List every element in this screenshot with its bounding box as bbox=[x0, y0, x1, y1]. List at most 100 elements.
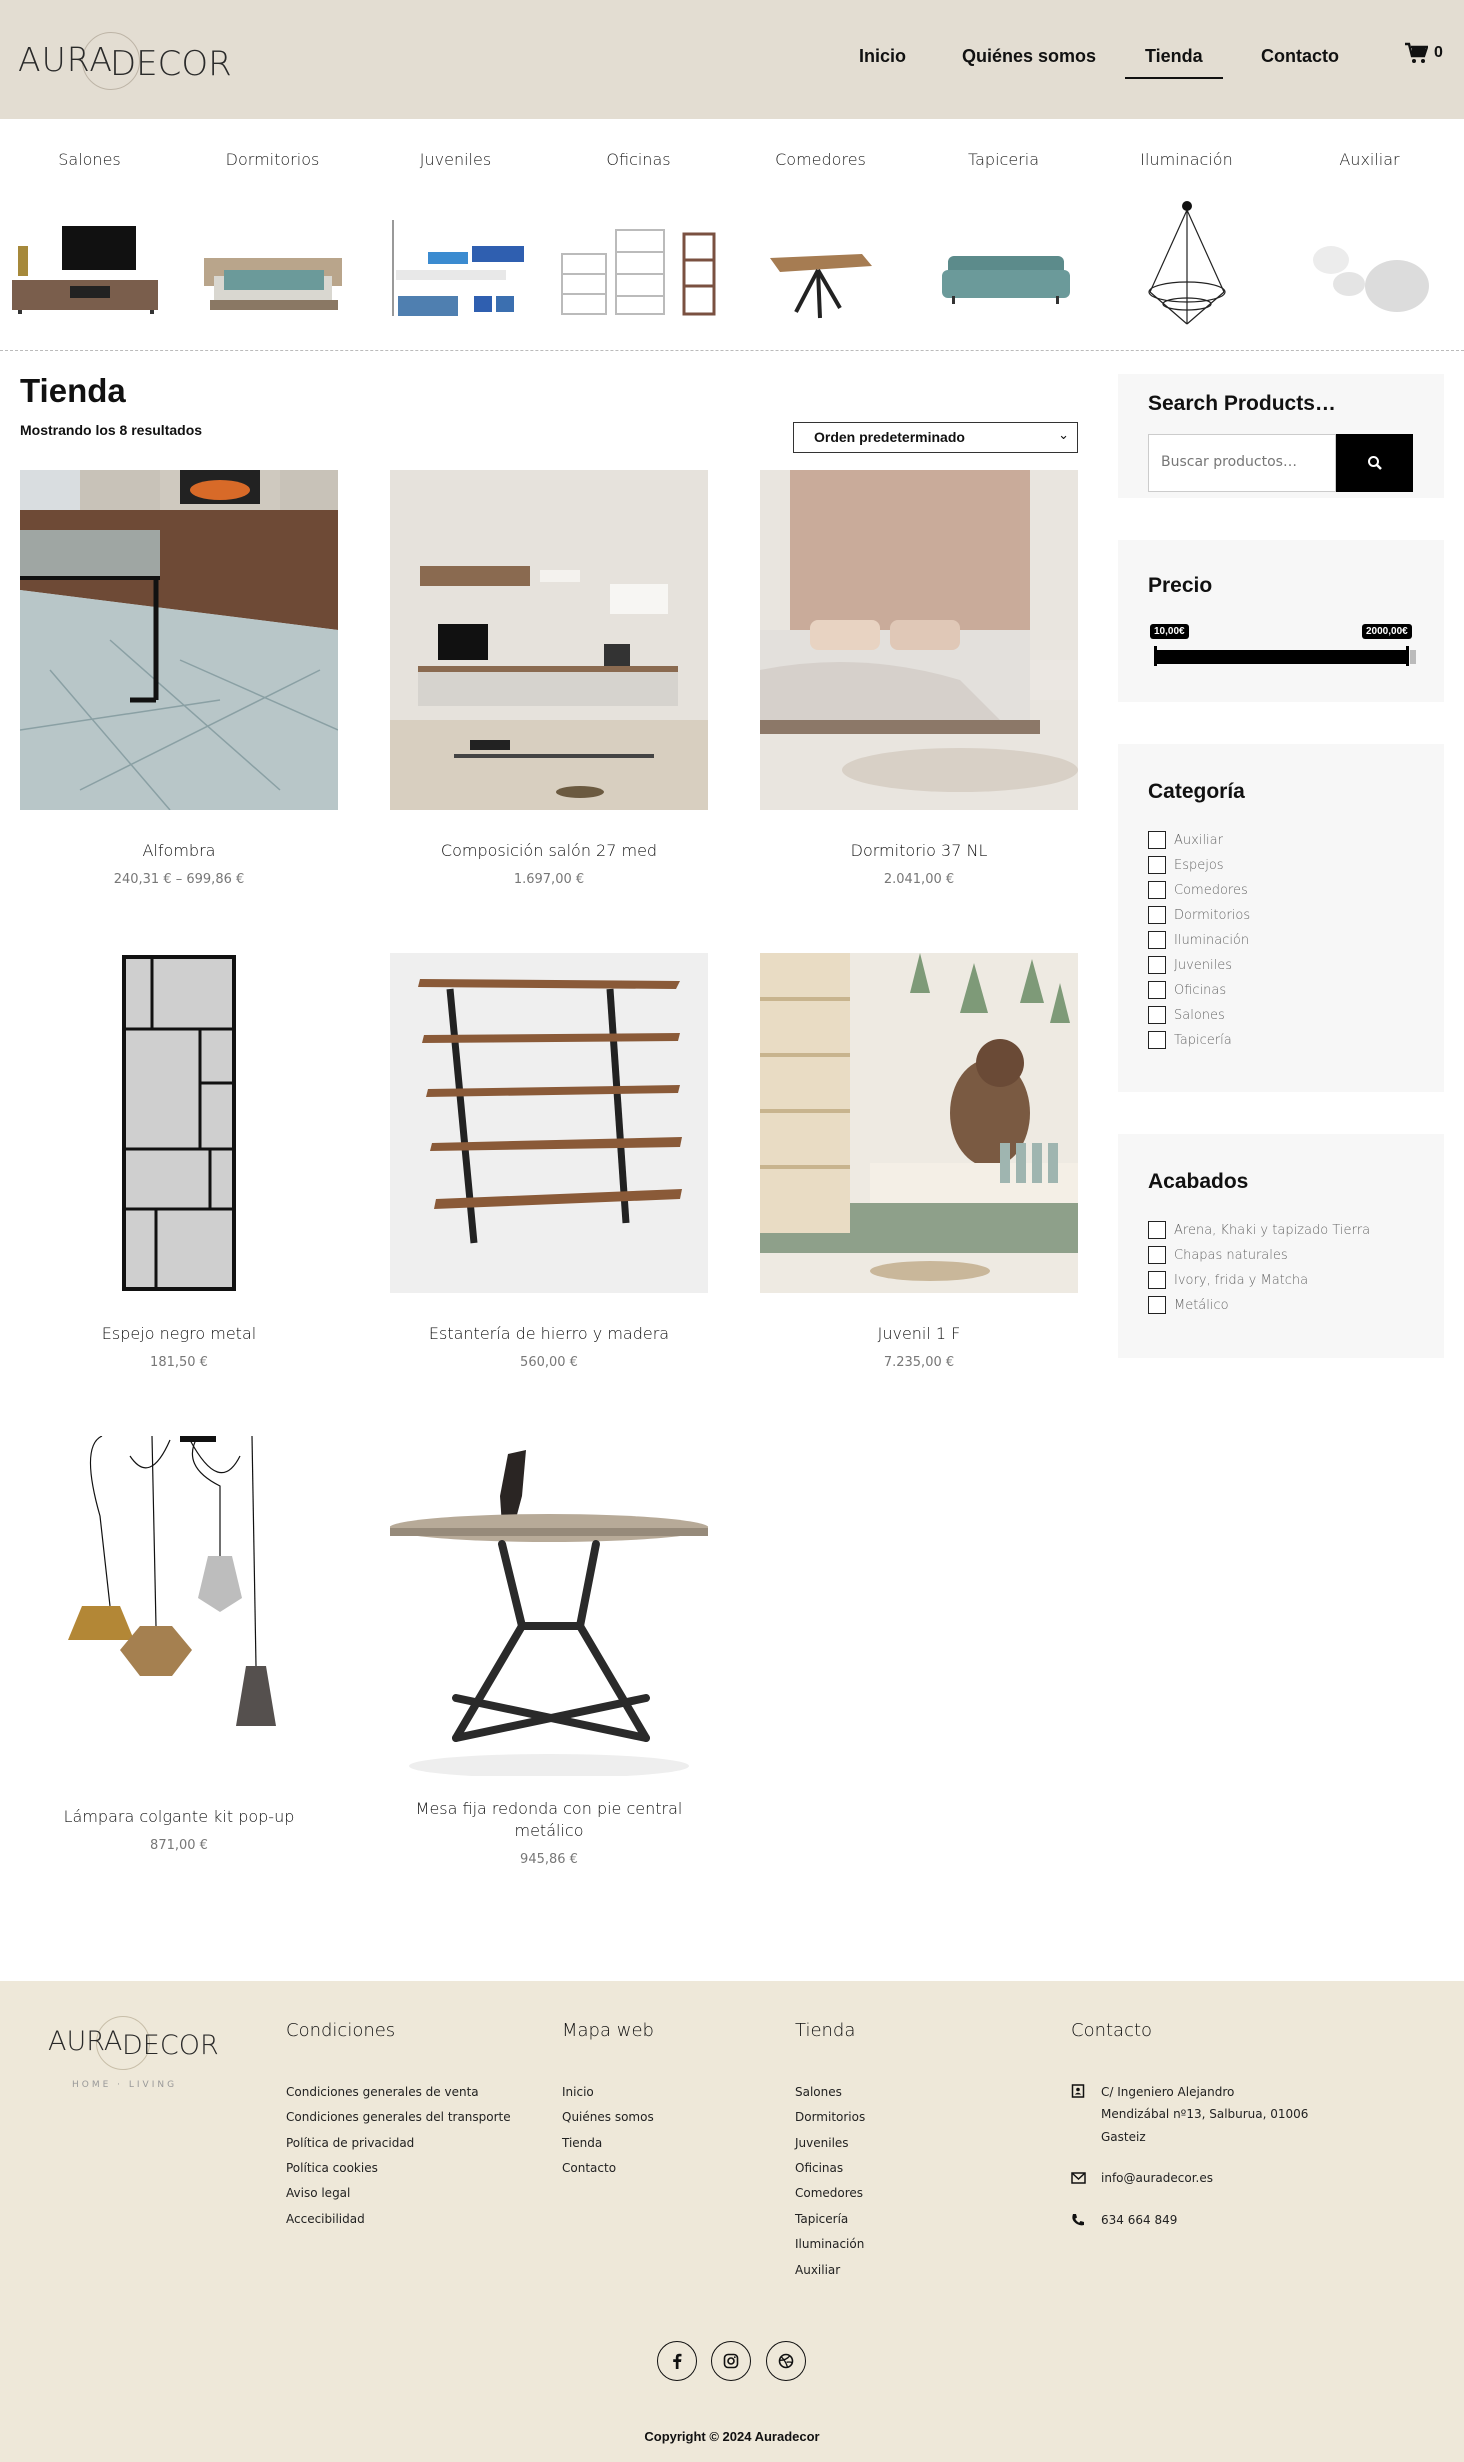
product-card[interactable]: Mesa fija redonda con pie central metáli… bbox=[390, 1436, 708, 1906]
category-comedores[interactable]: Comedores bbox=[729, 150, 912, 169]
product-image[interactable] bbox=[20, 953, 338, 1293]
footer-link[interactable]: Dormitorios bbox=[795, 2110, 865, 2124]
category-filter-option[interactable]: Comedores bbox=[1148, 881, 1248, 899]
finish-filter-option[interactable]: Ivory, frida y Matcha bbox=[1148, 1271, 1308, 1289]
category-iluminacion-image[interactable] bbox=[1140, 200, 1235, 330]
footer-link[interactable]: Auxiliar bbox=[795, 2263, 840, 2277]
nav-inicio[interactable]: Inicio bbox=[859, 46, 906, 67]
category-dormitorios-image[interactable] bbox=[200, 200, 345, 330]
category-salones[interactable]: Salones bbox=[0, 150, 181, 169]
category-juveniles[interactable]: Juveniles bbox=[364, 150, 547, 169]
category-auxiliar[interactable]: Auxiliar bbox=[1278, 150, 1461, 169]
footer-email[interactable]: info@auradecor.es bbox=[1101, 2171, 1213, 2185]
checkbox[interactable] bbox=[1148, 856, 1166, 874]
product-card[interactable]: Estantería de hierro y madera 560,00 € bbox=[390, 953, 708, 1393]
cart-button[interactable]: 0 bbox=[1404, 42, 1443, 64]
category-iluminacion[interactable]: Iluminación bbox=[1095, 150, 1278, 169]
finish-filter-option[interactable]: Metálico bbox=[1148, 1296, 1229, 1314]
product-name[interactable]: Composición salón 27 med bbox=[390, 840, 708, 862]
category-filter-option[interactable]: Auxiliar bbox=[1148, 831, 1223, 849]
category-oficinas[interactable]: Oficinas bbox=[547, 150, 730, 169]
footer-link[interactable]: Política cookies bbox=[286, 2161, 378, 2175]
checkbox[interactable] bbox=[1148, 981, 1166, 999]
product-image[interactable] bbox=[20, 470, 338, 810]
product-card[interactable]: Alfombra 240,31 € – 699,86 € bbox=[20, 470, 338, 910]
footer-link[interactable]: Condiciones generales del transporte bbox=[286, 2110, 511, 2124]
checkbox[interactable] bbox=[1148, 1031, 1166, 1049]
nav-quienes-somos[interactable]: Quiénes somos bbox=[962, 46, 1096, 67]
price-slider-track[interactable] bbox=[1154, 650, 1409, 664]
product-image[interactable] bbox=[390, 470, 708, 810]
footer-link[interactable]: Condiciones generales de venta bbox=[286, 2085, 479, 2099]
nav-tienda[interactable]: Tienda bbox=[1125, 46, 1223, 79]
footer-link[interactable]: Salones bbox=[795, 2085, 842, 2099]
footer-logo[interactable]: AURA DECOR HOME · LIVING bbox=[48, 2016, 228, 2096]
product-card[interactable]: Juvenil 1 F 7.235,00 € bbox=[760, 953, 1078, 1393]
price-slider-handle-max[interactable] bbox=[1406, 646, 1409, 666]
checkbox[interactable] bbox=[1148, 1006, 1166, 1024]
footer-link[interactable]: Accecibilidad bbox=[286, 2212, 365, 2226]
category-filter-option[interactable]: Salones bbox=[1148, 1006, 1225, 1024]
product-card[interactable]: Lámpara colgante kit pop-up 871,00 € bbox=[20, 1436, 338, 1906]
product-image[interactable] bbox=[760, 953, 1078, 1293]
product-card[interactable]: Espejo negro metal 181,50 € bbox=[20, 953, 338, 1393]
category-filter-option[interactable]: Tapicería bbox=[1148, 1031, 1232, 1049]
category-filter-option[interactable]: Juveniles bbox=[1148, 956, 1232, 974]
checkbox[interactable] bbox=[1148, 831, 1166, 849]
product-name[interactable]: Estantería de hierro y madera bbox=[390, 1323, 708, 1345]
product-name[interactable]: Mesa fija redonda con pie central metáli… bbox=[390, 1798, 708, 1842]
checkbox[interactable] bbox=[1148, 1271, 1166, 1289]
instagram-button[interactable] bbox=[711, 2341, 751, 2381]
category-dormitorios[interactable]: Dormitorios bbox=[181, 150, 364, 169]
search-button[interactable] bbox=[1336, 434, 1413, 492]
product-name[interactable]: Dormitorio 37 NL bbox=[760, 840, 1078, 862]
checkbox[interactable] bbox=[1148, 956, 1166, 974]
checkbox[interactable] bbox=[1148, 1221, 1166, 1239]
category-tapiceria[interactable]: Tapiceria bbox=[912, 150, 1095, 169]
footer-link[interactable]: Inicio bbox=[562, 2085, 594, 2099]
dribbble-button[interactable] bbox=[766, 2341, 806, 2381]
product-name[interactable]: Juvenil 1 F bbox=[760, 1323, 1078, 1345]
product-card[interactable]: Composición salón 27 med 1.697,00 € bbox=[390, 470, 708, 910]
category-filter-option[interactable]: Iluminación bbox=[1148, 931, 1249, 949]
site-logo[interactable]: AURA DECOR bbox=[18, 30, 232, 90]
footer-phone[interactable]: 634 664 849 bbox=[1101, 2213, 1177, 2227]
footer-link[interactable]: Juveniles bbox=[795, 2136, 849, 2150]
footer-link[interactable]: Tienda bbox=[562, 2136, 602, 2150]
category-filter-option[interactable]: Oficinas bbox=[1148, 981, 1226, 999]
product-name[interactable]: Lámpara colgante kit pop-up bbox=[20, 1806, 338, 1828]
footer-link[interactable]: Comedores bbox=[795, 2186, 863, 2200]
finish-filter-option[interactable]: Arena, Khaki y tapizado Tierra bbox=[1148, 1221, 1370, 1239]
footer-link[interactable]: Tapicería bbox=[795, 2212, 848, 2226]
product-image[interactable] bbox=[390, 953, 708, 1293]
price-slider-handle-min[interactable] bbox=[1154, 646, 1157, 666]
category-oficinas-image[interactable] bbox=[558, 200, 718, 330]
footer-link[interactable]: Oficinas bbox=[795, 2161, 843, 2175]
finish-filter-option[interactable]: Chapas naturales bbox=[1148, 1246, 1288, 1264]
nav-contacto[interactable]: Contacto bbox=[1261, 46, 1339, 67]
checkbox[interactable] bbox=[1148, 1296, 1166, 1314]
product-name[interactable]: Espejo negro metal bbox=[20, 1323, 338, 1345]
checkbox[interactable] bbox=[1148, 931, 1166, 949]
category-comedores-image[interactable] bbox=[766, 200, 876, 330]
category-juveniles-image[interactable] bbox=[388, 200, 528, 330]
footer-link[interactable]: Iluminación bbox=[795, 2237, 864, 2251]
product-name[interactable]: Alfombra bbox=[20, 840, 338, 862]
product-image[interactable] bbox=[390, 1436, 708, 1776]
search-input[interactable]: Buscar productos… bbox=[1148, 434, 1336, 492]
category-salones-image[interactable] bbox=[10, 200, 160, 330]
checkbox[interactable] bbox=[1148, 881, 1166, 899]
facebook-button[interactable] bbox=[657, 2341, 697, 2381]
checkbox[interactable] bbox=[1148, 906, 1166, 924]
product-card[interactable]: Dormitorio 37 NL 2.041,00 € bbox=[760, 470, 1078, 910]
product-image[interactable] bbox=[760, 470, 1078, 810]
footer-link[interactable]: Aviso legal bbox=[286, 2186, 350, 2200]
category-filter-option[interactable]: Dormitorios bbox=[1148, 906, 1250, 924]
category-tapiceria-image[interactable] bbox=[940, 200, 1070, 330]
category-auxiliar-image[interactable] bbox=[1305, 200, 1430, 330]
footer-link[interactable]: Quiénes somos bbox=[562, 2110, 654, 2124]
checkbox[interactable] bbox=[1148, 1246, 1166, 1264]
sort-select[interactable]: Orden predeterminado ⌄ bbox=[793, 422, 1078, 453]
category-filter-option[interactable]: Espejos bbox=[1148, 856, 1224, 874]
footer-link[interactable]: Contacto bbox=[562, 2161, 616, 2175]
